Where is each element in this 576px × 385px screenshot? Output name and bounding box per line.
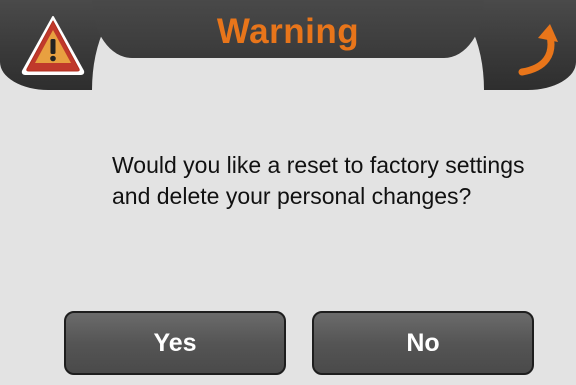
back-arrow-icon[interactable] [516,22,560,76]
no-button[interactable]: No [312,311,534,375]
warning-dialog: Warning Would you like a reset to factor… [0,0,576,385]
dialog-message: Would you like a reset to factory settin… [112,152,525,209]
dialog-title: Warning [216,12,360,51]
yes-button[interactable]: Yes [64,311,286,375]
